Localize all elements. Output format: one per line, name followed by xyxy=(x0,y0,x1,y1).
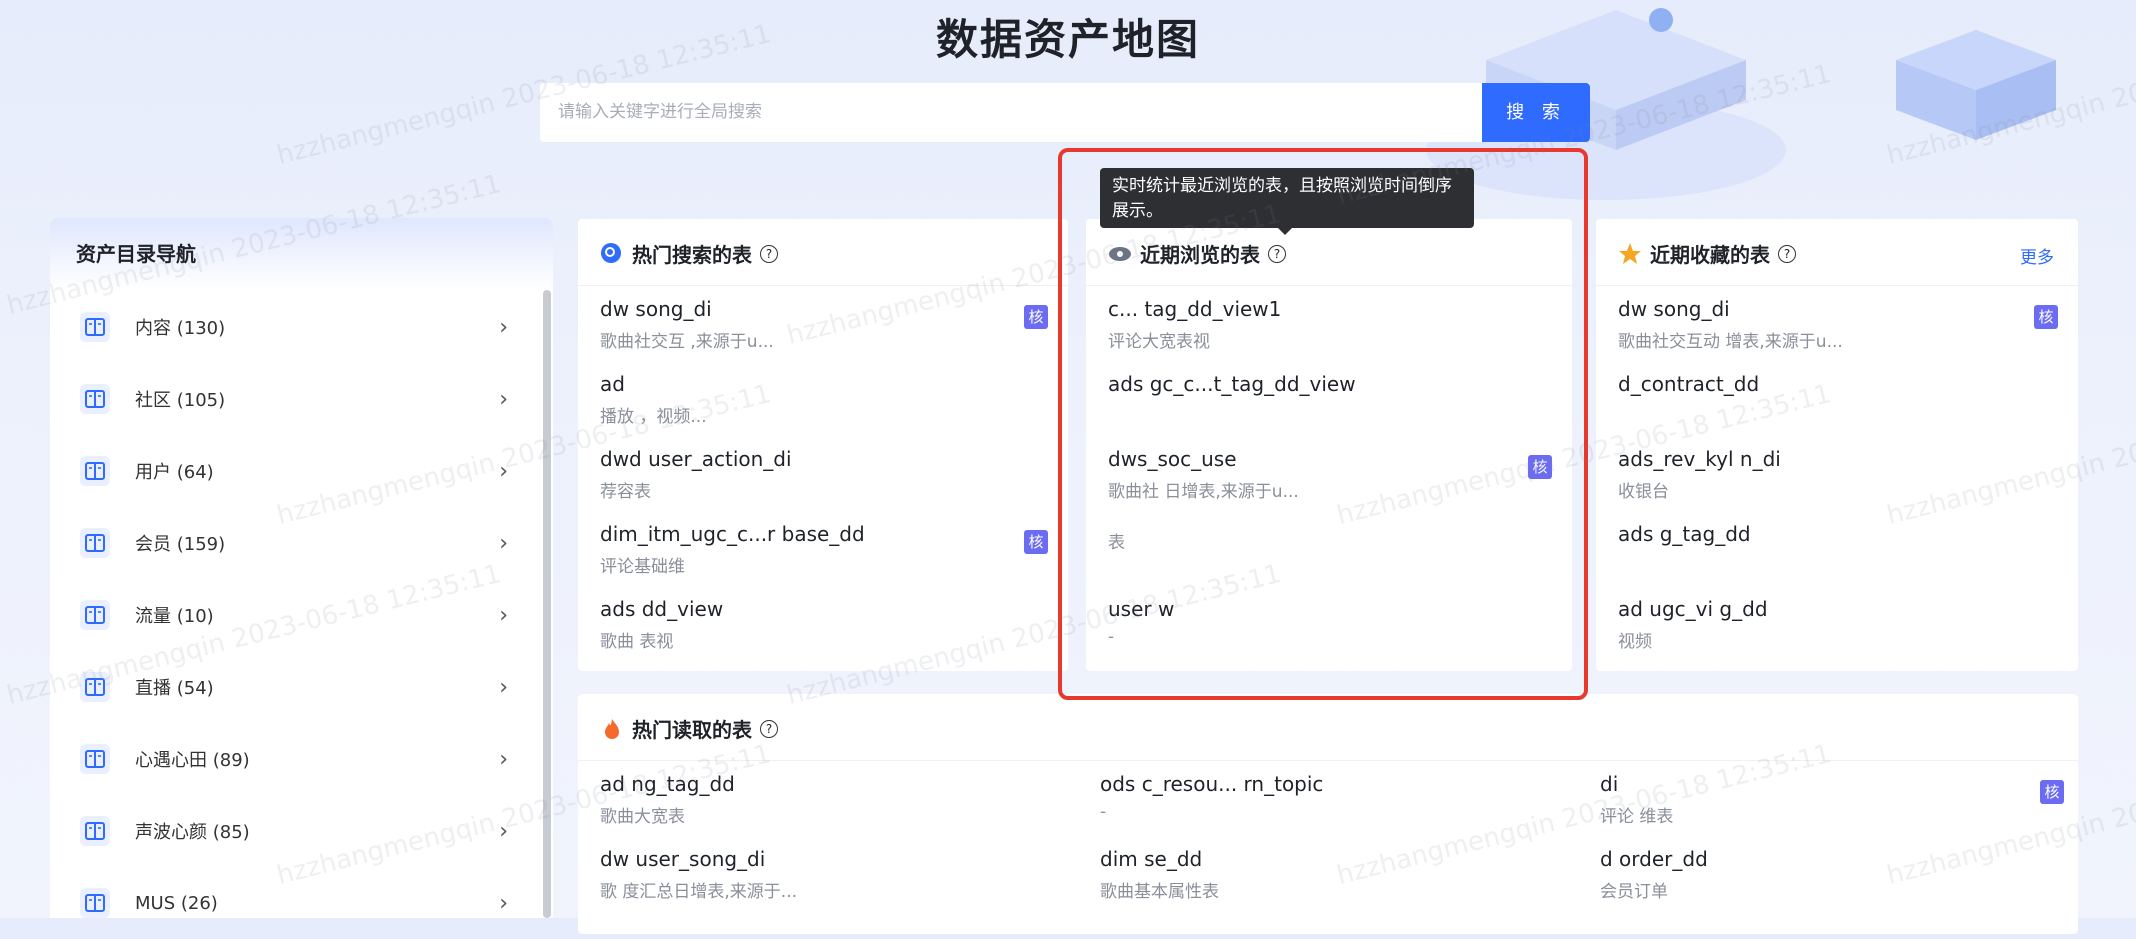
book-icon xyxy=(80,528,110,558)
table-name[interactable]: ad ugc_vi g_dd xyxy=(1618,597,1768,621)
table-row[interactable]: dim se_dd 歌曲基本属性表 xyxy=(1100,847,1219,902)
table-name[interactable]: ods c_resou... rn_topic xyxy=(1100,772,1323,796)
table-description: 歌曲社交互动 增表,来源于u... xyxy=(1618,332,1843,352)
sidebar-item[interactable]: 内容 (130) › xyxy=(50,291,530,363)
chevron-right-icon: › xyxy=(499,674,508,700)
table-row[interactable]: dwd user_action_di 荐容表 xyxy=(600,447,792,502)
table-name[interactable]: ads dd_view xyxy=(600,597,723,621)
fire-icon xyxy=(605,718,619,739)
sidebar-item[interactable]: 心遇心田 (89) › xyxy=(50,723,530,795)
hot-search-title: 热门搜索的表 xyxy=(632,243,752,267)
chevron-right-icon: › xyxy=(499,602,508,628)
core-badge: 核 xyxy=(2034,305,2058,329)
table-name[interactable]: dim_itm_ugc_c...r base_dd xyxy=(600,522,865,546)
sidebar-item-label: 直播 (54) xyxy=(135,678,214,699)
chevron-right-icon: › xyxy=(499,746,508,772)
table-description: 会员订单 xyxy=(1600,882,1668,902)
table-description: 歌曲 表视 xyxy=(600,632,674,652)
table-name[interactable]: dw song_di xyxy=(600,297,774,321)
table-row[interactable]: ads g_tag_dd xyxy=(1618,522,1751,552)
table-row[interactable]: d order_dd 会员订单 xyxy=(1600,847,1708,902)
table-name[interactable]: d order_dd xyxy=(1600,847,1708,871)
chevron-right-icon: › xyxy=(499,890,508,916)
table-row[interactable]: ad ugc_vi g_dd 视频 xyxy=(1618,597,1768,652)
table-name[interactable]: d_contract_dd xyxy=(1618,372,1759,396)
sidebar-item-label: 社区 (105) xyxy=(135,390,226,411)
table-name[interactable]: ads g_tag_dd xyxy=(1618,522,1751,546)
page-title: 数据资产地图 xyxy=(935,15,1200,64)
chevron-right-icon: › xyxy=(499,386,508,412)
table-description: 歌曲基本属性表 xyxy=(1100,882,1219,902)
more-link[interactable]: 更多 xyxy=(2020,243,2054,268)
book-icon xyxy=(80,456,110,486)
table-row[interactable]: dw song_di 歌曲社交互动 增表,来源于u... xyxy=(1618,297,1843,352)
table-row[interactable]: ads dd_view 歌曲 表视 xyxy=(600,597,723,652)
book-icon xyxy=(80,816,110,846)
star-icon xyxy=(1619,242,1641,264)
table-name[interactable]: dw user_song_di xyxy=(600,847,797,871)
table-description: 收银台 xyxy=(1618,482,1669,502)
table-description: 歌曲社交互 ,来源于u... xyxy=(600,332,774,352)
table-row[interactable]: d_contract_dd xyxy=(1618,372,1759,402)
search-blue-icon xyxy=(601,242,621,263)
table-row[interactable]: dim_itm_ugc_c...r base_dd 评论基础维 xyxy=(600,522,865,577)
book-icon xyxy=(80,744,110,774)
core-badge: 核 xyxy=(1024,530,1048,554)
table-row[interactable]: dw song_di 歌曲社交互 ,来源于u... xyxy=(600,297,774,352)
recent-favorites-title: 近期收藏的表 xyxy=(1650,243,1770,267)
book-icon xyxy=(80,312,110,342)
sidebar-item[interactable]: 社区 (105) › xyxy=(50,363,530,435)
sidebar-item-label: MUS (26) xyxy=(135,892,218,914)
chevron-right-icon: › xyxy=(499,314,508,340)
core-badge: 核 xyxy=(2040,780,2064,804)
core-badge: 核 xyxy=(1024,305,1048,329)
table-name[interactable]: dwd user_action_di xyxy=(600,447,792,471)
table-description: 评论基础维 xyxy=(600,557,685,577)
table-row[interactable]: ods c_resou... rn_topic - xyxy=(1100,772,1323,822)
sidebar-item-label: 心遇心田 (89) xyxy=(135,750,250,771)
table-description: 视频 xyxy=(1618,632,1652,652)
help-icon[interactable]: ? xyxy=(760,719,778,738)
book-icon xyxy=(80,384,110,414)
book-icon xyxy=(80,600,110,630)
table-name[interactable]: dim se_dd xyxy=(1100,847,1219,871)
search-input[interactable]: 请输入关键字进行全局搜索 xyxy=(540,83,1590,142)
sidebar-item-label: 会员 (159) xyxy=(135,534,226,555)
table-description: 荐容表 xyxy=(600,482,651,502)
chevron-right-icon: › xyxy=(499,530,508,556)
table-description: 歌 度汇总日增表,来源于... xyxy=(600,882,798,902)
help-icon[interactable]: ? xyxy=(760,244,778,263)
help-icon[interactable]: ? xyxy=(1778,244,1796,263)
hot-read-card: 热门读取的表 ? ad ng_tag_dd 歌曲大宽表 ods c_resou...… xyxy=(578,694,2078,934)
sidebar-item-label: 内容 (130) xyxy=(135,318,226,339)
table-description: - xyxy=(1100,802,1107,822)
book-icon xyxy=(80,888,110,918)
table-row[interactable]: dw user_song_di 歌 度汇总日增表,来源于... xyxy=(600,847,797,902)
table-name[interactable]: dw song_di xyxy=(1618,297,1843,321)
table-name[interactable]: ad xyxy=(600,372,707,396)
hot-read-title: 热门读取的表 xyxy=(632,718,752,742)
